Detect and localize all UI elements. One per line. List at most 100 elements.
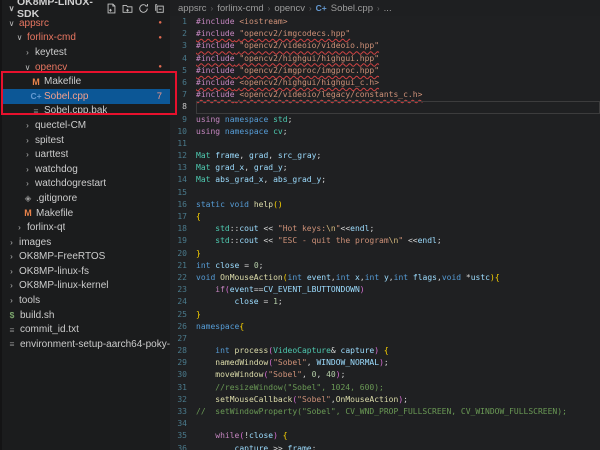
code-line[interactable]: 36 capture >> frame; [170,443,600,450]
breadcrumb-item[interactable]: opencv [274,3,305,14]
code-token: setMouseCallback [215,395,292,404]
chevron-right-icon[interactable]: › [6,267,17,276]
tree-item-forlinx-qt[interactable]: ›forlinx-qt [2,220,170,235]
tree-item-quectel-cm[interactable]: ›quectel-CM [2,118,170,133]
tree-item-makefile[interactable]: MMakefile [2,206,170,221]
chevron-right-icon[interactable]: › [22,179,33,188]
code-line[interactable]: 4#include "opencv2/highgui/highgui.hpp" [170,53,600,65]
tree-item-commit-id.txt[interactable]: ≡commit_id.txt [2,322,170,337]
code-line[interactable]: 5#include "opencv2/imgproc/imgproc.hpp" [170,65,600,77]
tree-item-.gitignore[interactable]: ◈.gitignore [2,191,170,206]
code-line[interactable]: 26namespace{ [170,321,600,333]
code-line[interactable]: 27 [170,333,600,345]
tree-item-images[interactable]: ›images [2,235,170,250]
chevron-down-icon[interactable]: ∨ [22,63,33,72]
chevron-right-icon[interactable]: › [14,223,25,232]
code-line[interactable]: 33// setWindowProperty("Sobel", CV_WND_P… [170,406,600,418]
code-token: { [495,273,500,282]
tree-item-sobel.cpp.bak[interactable]: ≡Sobel.cpp.bak [2,104,170,119]
chevron-down-icon[interactable]: ∨ [6,4,17,13]
code-token: event [230,285,254,294]
code-line[interactable]: 14Mat abs_grad_x, abs_grad_y; [170,174,600,186]
tree-item-tools[interactable]: ›tools [2,293,170,308]
code-line[interactable]: 17{ [170,211,600,223]
code-line[interactable]: 10using namespace cv; [170,126,600,138]
breadcrumb-item[interactable]: Sobel.cpp [331,3,373,14]
code-line[interactable]: 12Mat frame, grad, src_gray; [170,150,600,162]
tree-item-watchdogrestart[interactable]: ›watchdogrestart [2,177,170,192]
tree-item-spitest[interactable]: ›spitest [2,133,170,148]
code-line[interactable]: 6#include <opencv2/highgui/highgui_c.h> [170,77,600,89]
code-line[interactable]: 2#include "opencv2/imgcodecs.hpp" [170,28,600,40]
code-line[interactable]: 23 if(event==CV_EVENT_LBUTTONDOWN) [170,284,600,296]
code-token: = [259,297,273,306]
line-number: 5 [170,65,196,77]
new-folder-button[interactable] [122,3,133,14]
code-line[interactable]: 9using namespace std; [170,114,600,126]
code-line[interactable]: 18 std::cout << "Hot keys:\n"<<endl; [170,223,600,235]
tree-item-keytest[interactable]: ›keytest [2,45,170,60]
tree-item-ok8mp-linux-kernel[interactable]: ›OK8MP-linux-kernel [2,279,170,294]
code-line[interactable]: 16static void help() [170,199,600,211]
collapse-all-button[interactable] [154,3,165,14]
chevron-right-icon[interactable]: › [22,121,33,130]
tree-item-forlinx-cmd[interactable]: ∨forlinx-cmd● [2,31,170,46]
tree-item-ok8mp-freertos[interactable]: ›OK8MP-FreeRTOS [2,250,170,265]
chevron-right-icon[interactable]: › [6,281,17,290]
code-token [196,236,215,245]
code-line[interactable]: 7#include <opencv2/videoio/legacy/consta… [170,89,600,101]
explorer-root-row[interactable]: ∨ OK8MP-LINUX-SDK [2,0,170,16]
chevron-right-icon[interactable]: › [6,238,17,247]
tree-item-environment-setup-aarch64-poky-lin-[interactable]: ≡environment-setup-aarch64-poky-lin… [2,337,170,352]
tree-item-uarttest[interactable]: ›uarttest [2,147,170,162]
chevron-right-icon[interactable]: › [6,252,17,261]
code-line[interactable]: 19 std::cout << "ESC - quit the program\… [170,235,600,247]
tree-item-opencv[interactable]: ∨opencv● [2,60,170,75]
code-line[interactable]: 31 //resizeWindow("Sobel", 1024, 600); [170,382,600,394]
code-token: ; [369,224,374,233]
code-line[interactable]: 1#include <iostream> [170,16,600,28]
makefile-file-icon: M [22,208,34,218]
code-line[interactable]: 28 int process(VideoCapture& capture) { [170,345,600,357]
code-editor[interactable]: 1#include <iostream>2#include "opencv2/i… [170,16,600,450]
chevron-right-icon[interactable]: › [22,48,33,57]
chevron-right-icon[interactable]: › [22,150,33,159]
line-number: 29 [170,357,196,369]
line-number: 7 [170,89,196,101]
chevron-right-icon[interactable]: › [6,296,17,305]
chevron-right-icon[interactable]: › [22,165,33,174]
code-line[interactable]: 25} [170,309,600,321]
code-line[interactable]: 24 close = 1; [170,296,600,308]
code-line[interactable]: 30 moveWindow("Sobel", 0, 40); [170,369,600,381]
breadcrumb-item[interactable]: appsrc [178,3,207,14]
code-line[interactable]: 20} [170,248,600,260]
code-token: #include [196,66,235,75]
code-line[interactable]: 3#include "opencv2/videoio/videoio.hpp" [170,40,600,52]
code-token: , [268,151,278,160]
code-line[interactable]: 29 namedWindow("Sobel", WINDOW_NORMAL); [170,357,600,369]
chevron-right-icon[interactable]: › [22,136,33,145]
code-line[interactable]: 15 [170,187,600,199]
tree-item-build.sh[interactable]: $build.sh [2,308,170,323]
chevron-down-icon[interactable]: ∨ [14,33,25,42]
refresh-icon[interactable] [138,3,149,14]
code-line[interactable]: 8 [170,101,600,113]
code-line[interactable]: 35 while(!close) { [170,430,600,442]
code-line[interactable]: 34 [170,418,600,430]
tree-item-ok8mp-linux-fs[interactable]: ›OK8MP-linux-fs [2,264,170,279]
code-line[interactable]: 21int close = 0; [170,260,600,272]
code-line[interactable]: 13Mat grad_x, grad_y; [170,162,600,174]
new-file-button[interactable] [106,3,117,14]
code-line[interactable]: 11 [170,138,600,150]
code-token: { [239,322,244,331]
code-line[interactable]: 22void OnMouseAction(int event,int x,int… [170,272,600,284]
tree-item-makefile[interactable]: MMakefile [2,74,170,89]
tree-item-watchdog[interactable]: ›watchdog [2,162,170,177]
chevron-down-icon[interactable]: ∨ [6,19,17,28]
breadcrumb-item[interactable]: ... [384,3,392,14]
tree-item-label: keytest [33,47,67,58]
breadcrumb-item[interactable]: forlinx-cmd [217,3,263,14]
code-token: ; [403,395,408,404]
code-line[interactable]: 32 setMouseCallback("Sobel",OnMouseActio… [170,394,600,406]
tree-item-sobel.cpp[interactable]: C+Sobel.cpp7 [2,89,170,104]
